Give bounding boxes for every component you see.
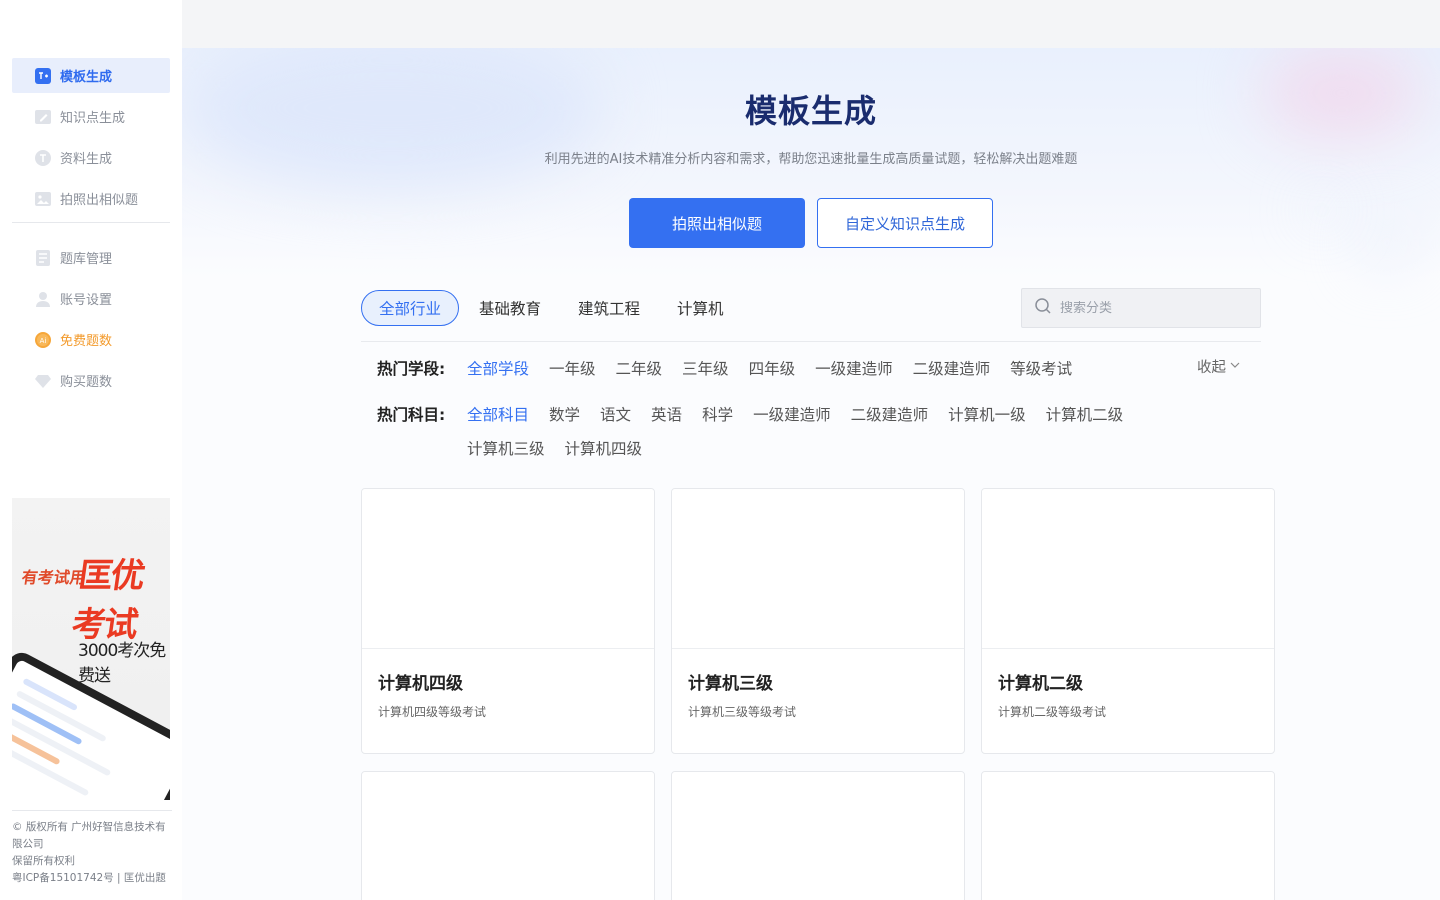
sidebar: 模板生成 知识点生成 资料生成 拍照出相似题 题库管理 账号设置 Ai 免费题数…	[0, 0, 182, 900]
chevron-up-icon	[1229, 359, 1241, 375]
sidebar-nav: 模板生成 知识点生成 资料生成 拍照出相似题 题库管理 账号设置 Ai 免费题数…	[12, 58, 170, 404]
template-card[interactable]: 计算机二级 计算机二级等级考试	[981, 488, 1275, 754]
stage-option[interactable]: 一级建造师	[815, 357, 893, 379]
template-card[interactable]: 计算机四级 计算机四级等级考试	[361, 488, 655, 754]
tab-computer[interactable]: 计算机	[660, 290, 741, 326]
svg-text:Ai: Ai	[40, 337, 47, 345]
subject-option[interactable]: 计算机一级	[948, 403, 1026, 425]
sidebar-item-account[interactable]: 账号设置	[12, 281, 170, 316]
stage-option[interactable]: 等级考试	[1010, 357, 1072, 379]
subject-option[interactable]: 数学	[549, 403, 580, 425]
text-doc-icon	[34, 149, 52, 167]
card-thumbnail	[672, 489, 964, 649]
sidebar-item-label: 资料生成	[60, 152, 113, 167]
promo-brand: 匡优考试	[69, 556, 146, 645]
promo-banner[interactable]: 有考试用 匡优考试 3000考次免费送	[12, 498, 170, 800]
subject-filter-label: 热门科目:	[377, 406, 446, 424]
search-input[interactable]	[1060, 300, 1240, 316]
template-card[interactable]: 计算机三级 计算机三级等级考试	[671, 488, 965, 754]
subject-option[interactable]: 二级建造师	[851, 403, 929, 425]
template-card[interactable]	[981, 771, 1275, 900]
custom-knowledge-button[interactable]: 自定义知识点生成	[817, 198, 993, 248]
photo-similar-button[interactable]: 拍照出相似题	[629, 198, 805, 248]
sidebar-item-label: 购买题数	[60, 375, 113, 390]
subject-option[interactable]: 计算机四级	[565, 437, 643, 459]
template-card[interactable]	[671, 771, 965, 900]
subject-option[interactable]: 计算机二级	[1046, 403, 1124, 425]
user-icon	[34, 290, 52, 308]
sidebar-item-buy-quota[interactable]: 购买题数	[12, 363, 170, 398]
category-search[interactable]	[1021, 288, 1261, 328]
promo-offer: 3000考次免费送	[78, 641, 166, 686]
sidebar-item-photo-similar[interactable]: 拍照出相似题	[12, 181, 170, 216]
subject-option[interactable]: 科学	[702, 403, 733, 425]
subject-option[interactable]: 全部科目	[467, 403, 529, 425]
stage-filter: 热门学段: 全部学段 一年级 二年级 三年级 四年级 一级建造师 二级建造师 等…	[377, 357, 1092, 379]
top-bar	[182, 0, 1440, 48]
page-title: 模板生成	[744, 92, 877, 130]
stage-option[interactable]: 二年级	[616, 357, 663, 379]
card-thumbnail	[982, 489, 1274, 649]
card-title: 计算机四级	[378, 674, 463, 694]
diamond-icon	[34, 372, 52, 390]
sidebar-item-label: 题库管理	[60, 252, 113, 267]
ai-coin-icon: Ai	[34, 331, 52, 349]
card-thumbnail	[672, 772, 964, 900]
card-description: 计算机四级等级考试	[378, 705, 487, 719]
card-description: 计算机三级等级考试	[688, 705, 797, 719]
subject-filter-continued: 计算机三级 计算机四级	[467, 437, 662, 459]
sidebar-item-template[interactable]: 模板生成	[12, 58, 170, 93]
stage-option[interactable]: 全部学段	[467, 357, 529, 379]
search-icon	[1034, 297, 1052, 319]
sidebar-item-label: 模板生成	[60, 70, 113, 85]
template-card[interactable]	[361, 771, 655, 900]
page-subtitle: 利用先进的AI技术精准分析内容和需求，帮助您迅速批量生成高质量试题，轻松解决出题…	[544, 152, 1078, 167]
card-thumbnail	[982, 772, 1274, 900]
tab-construction[interactable]: 建筑工程	[561, 290, 657, 326]
stage-option[interactable]: 四年级	[749, 357, 796, 379]
card-title: 计算机二级	[998, 674, 1083, 694]
industry-tabs: 全部行业 基础教育 建筑工程 计算机	[361, 290, 744, 326]
subject-option[interactable]: 英语	[651, 403, 682, 425]
sidebar-item-label: 账号设置	[60, 293, 113, 308]
image-icon	[34, 190, 52, 208]
sidebar-item-label: 拍照出相似题	[60, 193, 139, 208]
stage-option[interactable]: 二级建造师	[913, 357, 991, 379]
stage-filter-label: 热门学段:	[377, 360, 446, 378]
sidebar-divider	[12, 222, 170, 223]
sidebar-item-label: 知识点生成	[60, 111, 126, 126]
sidebar-item-question-bank[interactable]: 题库管理	[12, 240, 170, 275]
stage-option[interactable]: 一年级	[549, 357, 596, 379]
subject-option[interactable]: 计算机三级	[467, 437, 545, 459]
pen-icon	[34, 108, 52, 126]
question-bank-icon	[34, 249, 52, 267]
stage-option[interactable]: 三年级	[682, 357, 729, 379]
card-title: 计算机三级	[688, 674, 773, 694]
card-description: 计算机二级等级考试	[998, 705, 1107, 719]
subject-filter: 热门科目: 全部科目 数学 语文 英语 科学 一级建造师 二级建造师 计算机一级…	[377, 403, 1143, 425]
subject-option[interactable]: 一级建造师	[753, 403, 831, 425]
filter-divider	[361, 341, 1261, 342]
card-thumbnail	[362, 489, 654, 649]
collapse-filters-button[interactable]: 收起	[1197, 356, 1241, 377]
sidebar-item-material[interactable]: 资料生成	[12, 140, 170, 175]
tab-all-industries[interactable]: 全部行业	[361, 290, 460, 326]
main-content: 模板生成 利用先进的AI技术精准分析内容和需求，帮助您迅速批量生成高质量试题，轻…	[182, 48, 1440, 900]
sidebar-item-free-quota[interactable]: Ai 免费题数	[12, 322, 170, 357]
subject-option[interactable]: 语文	[600, 403, 631, 425]
card-thumbnail	[362, 772, 654, 900]
template-icon	[34, 67, 52, 85]
copyright-footer: © 版权所有 广州好智信息技术有限公司 保留所有权利 粤ICP备15101742…	[12, 810, 172, 887]
tab-basic-education[interactable]: 基础教育	[462, 290, 558, 326]
sidebar-item-knowledge[interactable]: 知识点生成	[12, 99, 170, 134]
sidebar-item-label: 免费题数	[60, 334, 113, 349]
